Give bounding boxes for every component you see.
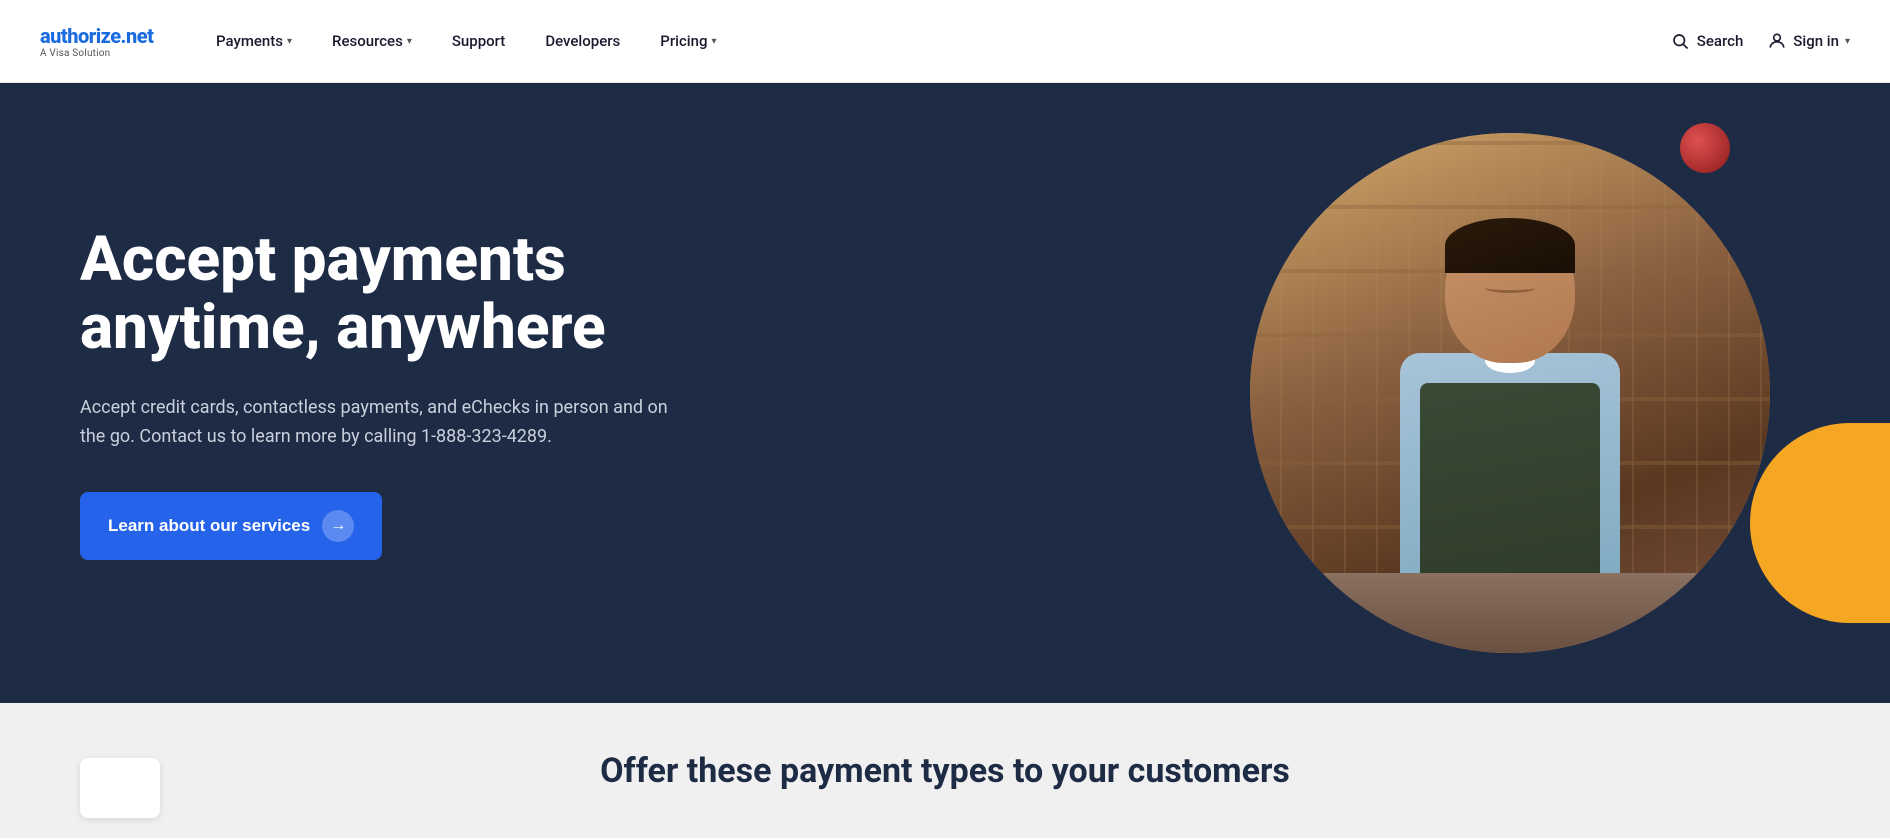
hero-description: Accept credit cards, contactless payment…: [80, 394, 680, 452]
hero-cta-label: Learn about our services: [108, 516, 310, 536]
hero-title: Accept payments anytime, anywhere: [80, 226, 760, 362]
search-label: Search: [1697, 32, 1744, 50]
bar-counter: [1250, 573, 1770, 653]
hero-image: [1250, 133, 1770, 653]
red-ball-decoration: [1680, 123, 1730, 173]
hero-cta-button[interactable]: Learn about our services →: [80, 492, 382, 560]
logo[interactable]: authorize.net A Visa Solution: [40, 24, 160, 59]
payment-types-section: Offer these payment types to your custom…: [0, 703, 1890, 838]
hero-content: Accept payments anytime, anywhere Accept…: [80, 226, 760, 560]
signin-button[interactable]: Sign in ▾: [1767, 31, 1850, 51]
arrow-circle-icon: →: [322, 510, 354, 542]
hero-section: Accept payments anytime, anywhere Accept…: [0, 83, 1890, 703]
nav-developers-label: Developers: [545, 32, 620, 50]
nav-payments[interactable]: Payments ▾: [200, 24, 308, 58]
logo-name-part1: authorize: [40, 24, 121, 48]
signin-chevron-icon: ▾: [1845, 36, 1850, 47]
nav-support[interactable]: Support: [436, 24, 521, 58]
pricing-chevron-icon: ▾: [711, 36, 716, 47]
navbar-right: Search Sign in ▾: [1671, 31, 1850, 51]
nav-pricing-label: Pricing: [660, 32, 707, 50]
nav-developers[interactable]: Developers: [529, 24, 636, 58]
payments-chevron-icon: ▾: [287, 36, 292, 47]
navbar: authorize.net A Visa Solution Payments ▾…: [0, 0, 1890, 83]
resources-chevron-icon: ▾: [407, 36, 412, 47]
yellow-accent-shape: [1750, 423, 1890, 623]
hero-image-placeholder: [1250, 133, 1770, 653]
main-nav: Payments ▾ Resources ▾ Support Developer…: [200, 24, 1671, 58]
nav-resources[interactable]: Resources ▾: [316, 24, 428, 58]
search-icon: [1671, 32, 1689, 50]
person-hair: [1445, 218, 1575, 273]
logo-text: authorize.net: [40, 24, 160, 48]
nav-support-label: Support: [452, 32, 505, 50]
person-head: [1445, 218, 1575, 363]
search-button[interactable]: Search: [1671, 32, 1744, 50]
user-icon: [1767, 31, 1787, 51]
nav-resources-label: Resources: [332, 32, 403, 50]
payment-card-preview: [80, 758, 160, 818]
logo-tagline: A Visa Solution: [40, 48, 160, 59]
payment-types-title: Offer these payment types to your custom…: [600, 751, 1290, 791]
signin-label: Sign in: [1793, 32, 1839, 50]
nav-payments-label: Payments: [216, 32, 283, 50]
logo-name-part2: net: [126, 24, 153, 48]
nav-pricing[interactable]: Pricing ▾: [644, 24, 732, 58]
